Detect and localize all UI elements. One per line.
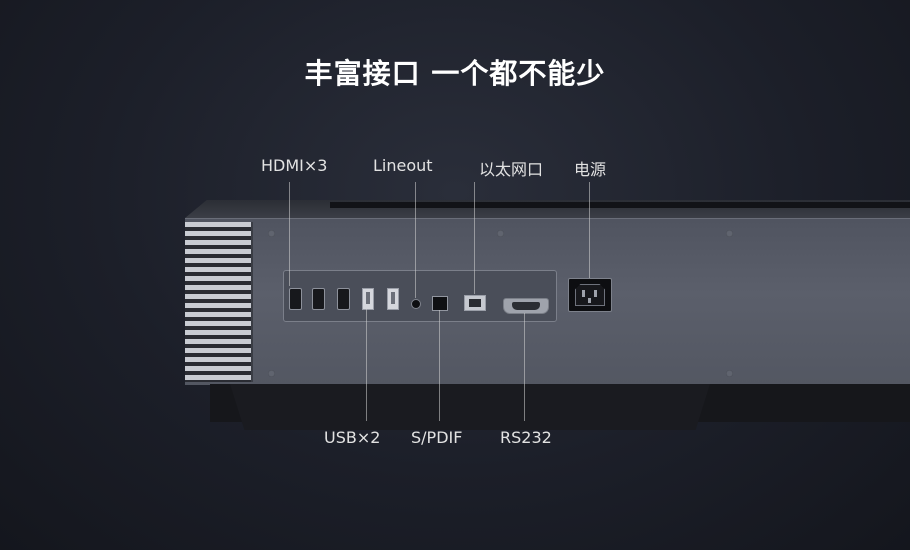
label-usb: USB×2: [324, 428, 381, 447]
ethernet-port-icon: [464, 295, 486, 311]
spdif-port-icon: [432, 296, 448, 311]
usb-port-icon: [387, 288, 399, 310]
leader-line-lineout: [415, 182, 416, 298]
screw-icon: [497, 230, 504, 237]
label-ethernet: 以太网口: [479, 160, 544, 179]
leader-line-spdif: [439, 310, 440, 421]
label-power: 电源: [574, 160, 607, 179]
leader-line-power: [589, 182, 590, 278]
screw-icon: [268, 370, 275, 377]
leader-line-ethernet: [474, 182, 475, 294]
power-pin: [594, 290, 597, 297]
screw-icon: [726, 370, 733, 377]
rs232-port-icon: [503, 298, 549, 314]
headline: 丰富接口 一个都不能少: [304, 57, 606, 90]
leader-line-hdmi: [289, 182, 290, 286]
label-lineout: Lineout: [373, 156, 433, 175]
leader-line-rs232: [524, 313, 525, 421]
label-spdif: S/PDIF: [411, 428, 463, 447]
hdmi-port-icon: [337, 288, 350, 310]
leader-line-usb: [366, 309, 367, 421]
vent-grille: [185, 222, 253, 382]
screw-icon: [726, 230, 733, 237]
screw-icon: [268, 230, 275, 237]
usb-port-icon: [362, 288, 374, 310]
hdmi-port-icon: [289, 288, 302, 310]
projector-top-strip: [330, 202, 910, 208]
power-pin: [582, 290, 585, 297]
label-rs232: RS232: [500, 428, 552, 447]
label-hdmi: HDMI×3: [261, 156, 328, 175]
hdmi-port-icon: [312, 288, 325, 310]
projector-foot: [230, 384, 710, 430]
lineout-jack-icon: [411, 299, 421, 309]
power-pin: [588, 298, 591, 303]
